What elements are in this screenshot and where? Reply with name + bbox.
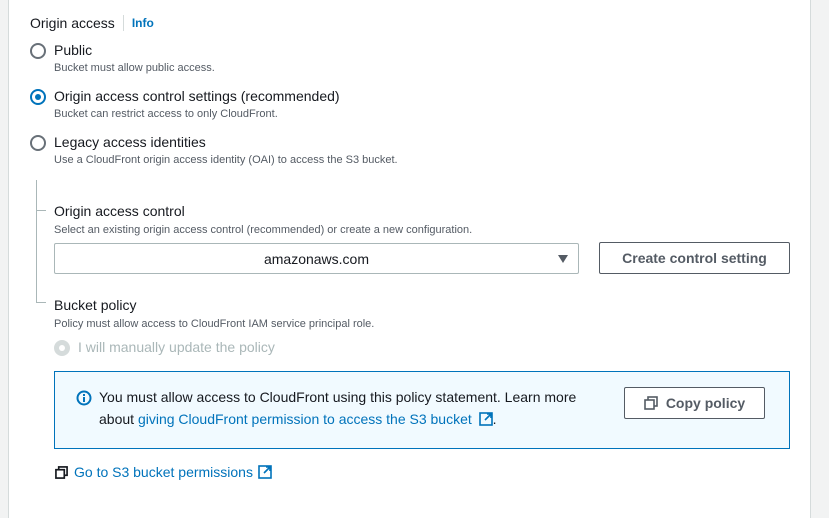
radio-option-legacy[interactable]: Legacy access identities Use a CloudFron… <box>30 134 398 166</box>
tree-branch-policy <box>36 302 46 303</box>
bucket-policy-title: Bucket policy <box>54 297 137 313</box>
radio-oac-label: Origin access control settings (recommen… <box>54 88 340 104</box>
cloudfront-permission-link[interactable]: giving CloudFront permission to access t… <box>138 411 493 427</box>
oac-select[interactable]: amazonaws.com <box>54 243 579 274</box>
radio-legacy-description: Use a CloudFront origin access identity … <box>54 154 398 166</box>
s3-bucket-permissions-link[interactable]: Go to S3 bucket permissions <box>55 464 272 480</box>
origin-access-title: Origin access <box>30 15 115 31</box>
radio-legacy[interactable] <box>30 135 46 151</box>
radio-option-oac[interactable]: Origin access control settings (recommen… <box>30 88 340 120</box>
alert-text-line-1: You must allow access to CloudFront usin… <box>99 389 577 405</box>
external-link-icon <box>478 412 493 426</box>
create-control-setting-button[interactable]: Create control setting <box>599 242 790 274</box>
origin-access-header: Origin access Info <box>30 15 154 31</box>
alert-message: You must allow access to CloudFront usin… <box>99 386 619 430</box>
radio-oac-description: Bucket can restrict access to only Cloud… <box>54 108 278 120</box>
alert-text-line-2: about <box>99 411 135 427</box>
tree-branch-oac <box>36 210 46 211</box>
radio-public[interactable] <box>30 43 46 59</box>
origin-settings-panel: Origin access Info Public Bucket must al… <box>8 0 811 518</box>
alert-text-end: . <box>492 411 497 427</box>
radio-manual-policy-label: I will manually update the policy <box>78 339 275 355</box>
radio-public-description: Bucket must allow public access. <box>54 62 215 74</box>
cloudfront-permission-link-text: giving CloudFront permission to access t… <box>137 411 472 427</box>
oac-title: Origin access control <box>54 203 185 219</box>
policy-info-alert: You must allow access to CloudFront usin… <box>54 371 790 449</box>
copy-icon <box>55 465 68 479</box>
radio-option-manual-policy: I will manually update the policy <box>54 339 275 356</box>
radio-public-label: Public <box>54 42 93 58</box>
radio-option-public[interactable]: Public Bucket must allow public access. <box>30 42 215 74</box>
caret-down-icon <box>558 255 568 263</box>
bucket-policy-description: Policy must allow access to CloudFront I… <box>54 318 375 330</box>
copy-policy-button[interactable]: Copy policy <box>624 387 765 419</box>
external-link-icon <box>258 465 272 479</box>
copy-icon <box>644 396 658 410</box>
radio-legacy-label: Legacy access identities <box>54 134 206 150</box>
radio-manual-policy <box>54 340 70 356</box>
oac-select-value: amazonaws.com <box>263 250 370 267</box>
oac-description: Select an existing origin access control… <box>54 224 473 236</box>
info-link[interactable]: Info <box>122 15 154 31</box>
radio-oac[interactable] <box>30 89 46 105</box>
info-circle-icon <box>76 390 92 406</box>
copy-policy-label: Copy policy <box>665 395 746 411</box>
tree-vertical-line <box>36 180 37 302</box>
s3-bucket-permissions-label: Go to S3 bucket permissions <box>74 464 253 480</box>
